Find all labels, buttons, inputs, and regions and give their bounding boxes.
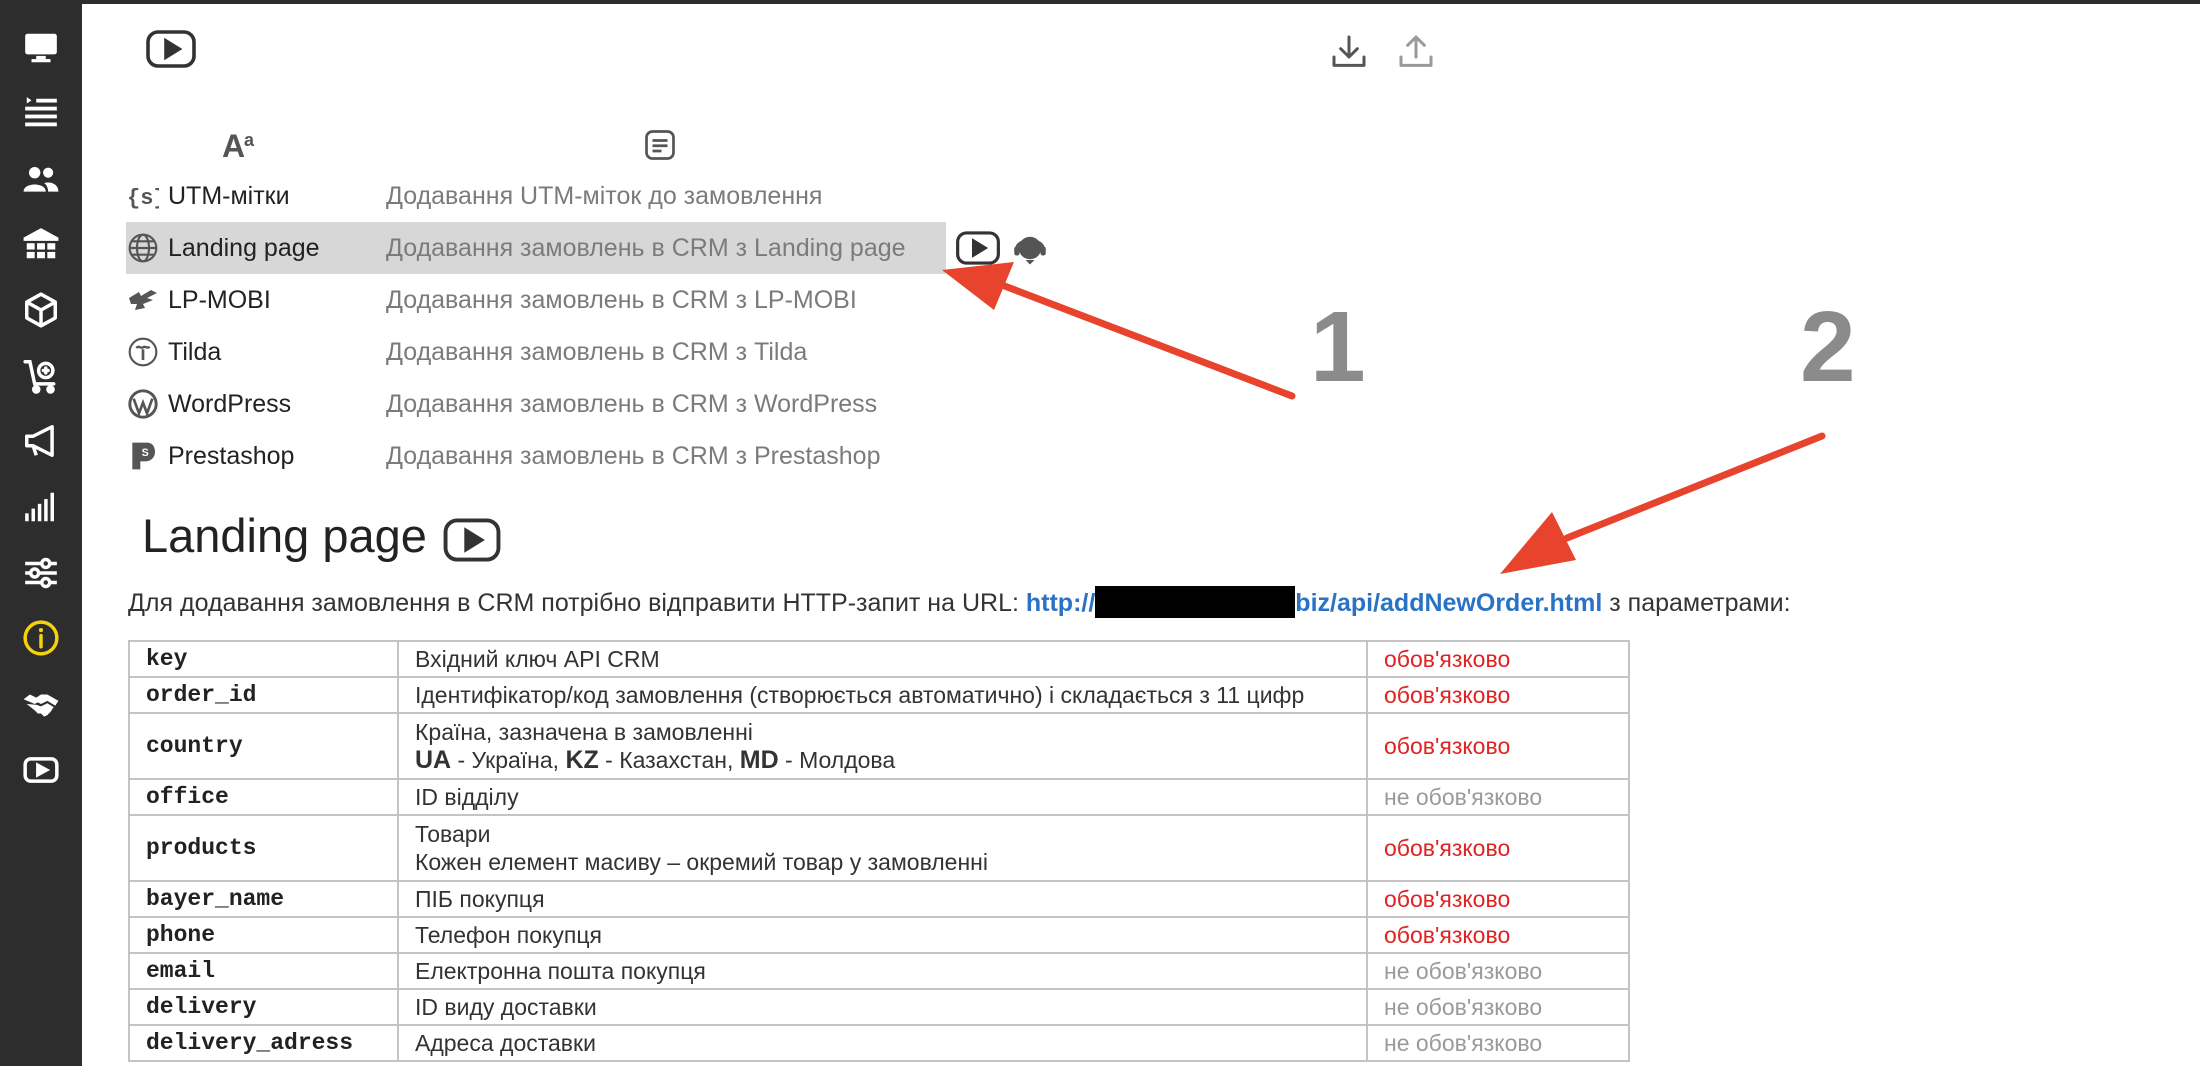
- sidebar-item-partners[interactable]: [13, 680, 69, 728]
- monitor-icon: [25, 33, 57, 63]
- annotation-arrow-1: [942, 262, 1296, 400]
- sidebar: [0, 0, 82, 1066]
- sidebar-item-warehouse[interactable]: [13, 220, 69, 268]
- sidebar-item-marketing[interactable]: [13, 417, 69, 465]
- sidebar-item-video[interactable]: [13, 746, 69, 794]
- megaphone-icon: [25, 425, 54, 457]
- stats-icon: [25, 492, 54, 522]
- annotation-arrows: [942, 262, 1826, 574]
- box-icon: [25, 292, 57, 328]
- cart-icon: [23, 360, 56, 394]
- handshake-icon: [23, 694, 59, 717]
- video-icon: [23, 757, 59, 783]
- orders-list-icon: [25, 97, 57, 127]
- sliders-icon: [25, 557, 57, 589]
- sidebar-item-settings[interactable]: [13, 549, 69, 597]
- sidebar-item-products[interactable]: [13, 286, 69, 334]
- info-icon: [23, 620, 59, 656]
- sidebar-item-cart[interactable]: [13, 352, 69, 400]
- main-content: Aa {s} UTM-мітки Додавання UTM-міток до …: [82, 0, 2200, 1066]
- annotation-arrow-2: [1500, 432, 1826, 574]
- users-icon: [23, 166, 59, 192]
- sidebar-item-users[interactable]: [13, 155, 69, 203]
- sidebar-item-orders[interactable]: [13, 89, 69, 137]
- sidebar-item-statistics[interactable]: [13, 483, 69, 531]
- sidebar-item-info[interactable]: [13, 614, 69, 662]
- sidebar-item-monitor[interactable]: [13, 24, 69, 72]
- warehouse-icon: [23, 228, 59, 259]
